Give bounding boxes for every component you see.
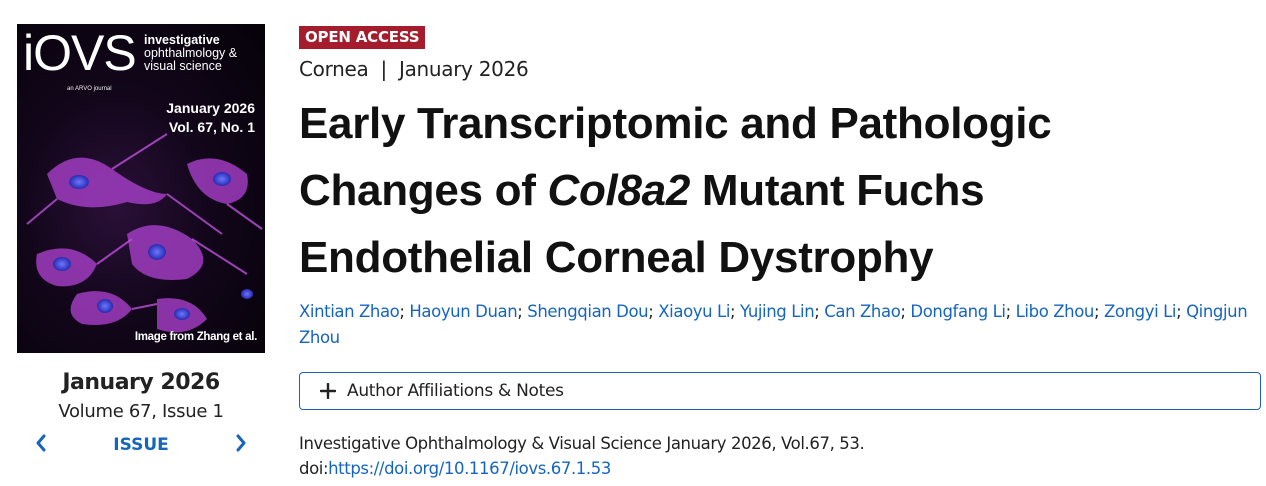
article-title: Early Transcriptomic and Pathologic Chan… <box>299 90 1199 291</box>
meta-separator: | <box>380 57 388 81</box>
author-separator: ; <box>648 302 659 321</box>
issue-date: January 2026 <box>62 370 220 395</box>
author-link[interactable]: Haoyun Duan <box>409 302 517 321</box>
issue-navigation: ISSUE <box>17 429 265 459</box>
citation-text: Investigative Ophthalmology & Visual Sci… <box>299 434 865 453</box>
title-gene-name: Col8a2 <box>547 166 691 215</box>
author-separator: ; <box>1005 302 1016 321</box>
chevron-left-icon <box>36 434 46 452</box>
article-header: OPEN ACCESS Cornea | January 2026 Early Tr… <box>299 26 1261 481</box>
author-link[interactable]: Dongfang Li <box>910 302 1006 321</box>
author-separator: ; <box>1176 302 1187 321</box>
article-section: Cornea <box>299 57 369 81</box>
open-access-badge: OPEN ACCESS <box>299 26 426 49</box>
author-list: Xintian Zhao; Haoyun Duan; Shengqian Dou… <box>299 299 1259 351</box>
journal-cover-image[interactable]: iOVS investigative ophthalmology & visua… <box>17 24 265 353</box>
author-link[interactable]: Libo Zhou <box>1016 302 1095 321</box>
previous-issue-button[interactable] <box>31 431 51 455</box>
cover-date: January 2026 <box>166 100 255 116</box>
author-separator: ; <box>814 302 825 321</box>
article-date: January 2026 <box>398 57 529 81</box>
author-separator: ; <box>517 302 528 321</box>
author-link[interactable]: Zongyi Li <box>1104 302 1177 321</box>
cover-journal-name: investigative ophthalmology & visual sci… <box>144 34 237 73</box>
issue-panel: iOVS investigative ophthalmology & visua… <box>17 24 265 459</box>
author-link[interactable]: Shengqian Dou <box>527 302 648 321</box>
author-separator: ; <box>1093 302 1104 321</box>
cover-logo: iOVS <box>23 25 137 81</box>
issue-volume: Volume 67, Issue 1 <box>58 401 224 422</box>
doi-line: doi:https://doi.org/10.1167/iovs.67.1.53 <box>299 456 1261 481</box>
chevron-right-icon <box>236 434 246 452</box>
article-meta: Cornea | January 2026 <box>299 57 1261 81</box>
next-issue-button[interactable] <box>231 431 251 455</box>
doi-prefix: doi: <box>299 459 329 478</box>
cover-volume: Vol. 67, No. 1 <box>168 119 255 135</box>
author-link[interactable]: Can Zhao <box>824 302 901 321</box>
author-link[interactable]: Yujing Lin <box>740 302 815 321</box>
author-separator: ; <box>399 302 410 321</box>
citation-block: Investigative Ophthalmology & Visual Sci… <box>299 431 1261 481</box>
affiliations-label: Author Affiliations & Notes <box>347 381 564 401</box>
author-link[interactable]: Xintian Zhao <box>299 302 400 321</box>
cover-arvo-tag: an ARVO journal <box>67 86 112 92</box>
plus-icon <box>320 383 336 399</box>
author-separator: ; <box>730 302 741 321</box>
cover-journal-line3: visual science <box>144 59 222 73</box>
author-separator: ; <box>900 302 911 321</box>
cover-credit: Image from Zhang et al. <box>134 331 257 343</box>
author-affiliations-toggle[interactable]: Author Affiliations & Notes <box>299 372 1261 410</box>
author-link[interactable]: Xiaoyu Li <box>658 302 730 321</box>
issue-link[interactable]: ISSUE <box>101 435 181 455</box>
doi-link[interactable]: https://doi.org/10.1167/iovs.67.1.53 <box>328 459 611 478</box>
